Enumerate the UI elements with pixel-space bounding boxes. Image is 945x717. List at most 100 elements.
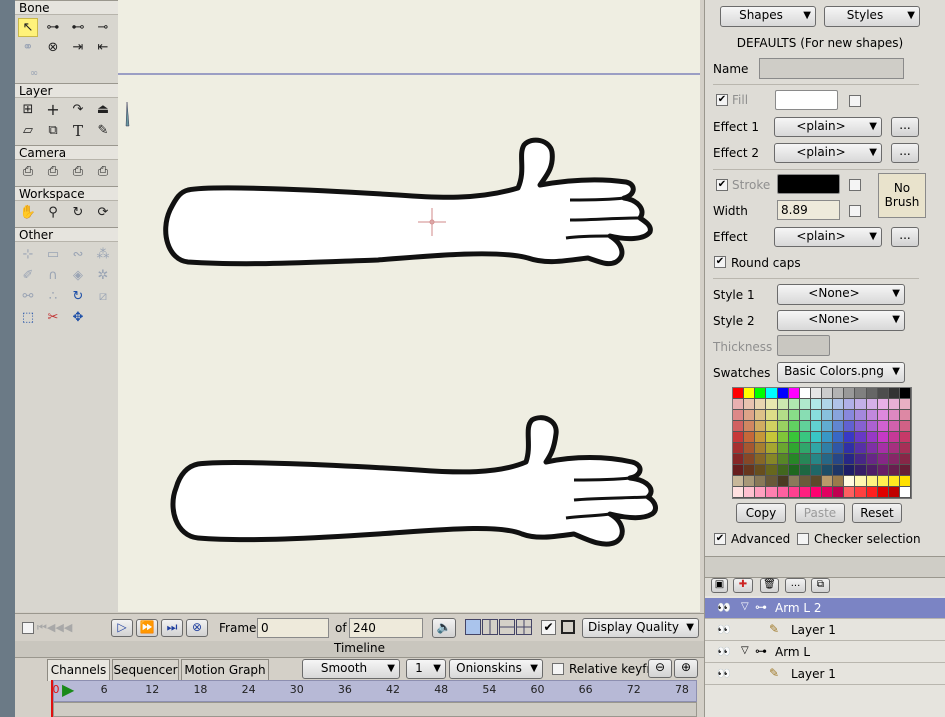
color-swatch[interactable] [833,465,845,476]
color-swatch[interactable] [899,454,911,465]
total-frames-field[interactable]: 240 [349,618,423,638]
link-icon[interactable]: ⚯ [18,287,38,306]
orbit-workspace-icon[interactable]: ⟳ [93,203,113,222]
color-swatch[interactable] [810,421,822,432]
smooth-dropdown[interactable]: Smooth ▼ [302,659,400,679]
style2-dropdown[interactable]: <None> ▼ [777,310,905,331]
color-swatch[interactable] [855,410,867,421]
switch-layer-icon[interactable]: ⧉ [43,121,63,140]
transform-bone-icon[interactable]: ∞ [24,64,44,83]
color-swatch[interactable] [833,399,845,410]
color-swatch[interactable] [788,443,800,454]
color-swatch[interactable] [733,421,745,432]
color-swatch[interactable] [744,399,756,410]
manipulate-bones-icon[interactable]: ⊗ [43,38,63,57]
color-swatch[interactable] [777,388,789,399]
hand-pan-icon[interactable]: ✋ [18,203,38,222]
color-swatch[interactable] [822,454,834,465]
fill-checkbox[interactable]: ✔ [716,94,728,106]
color-swatch[interactable] [766,487,778,498]
delete-edge-icon[interactable]: ✂ [43,308,63,327]
color-swatch[interactable] [877,399,889,410]
layer-row-layer-1[interactable]: 👀 ✎ Layer 1 [705,620,945,641]
color-swatch[interactable] [822,476,834,487]
collapse-triangle-icon[interactable]: ▽ [741,645,749,656]
color-swatch[interactable] [855,487,867,498]
color-swatch[interactable] [833,421,845,432]
zoom-camera-icon[interactable]: ⎙ [43,162,63,181]
select-bone-icon[interactable]: ↖ [18,18,38,37]
color-swatch[interactable] [810,465,822,476]
shapes-dropdown[interactable]: Shapes ▼ [720,6,816,27]
color-swatch[interactable] [733,410,745,421]
visibility-eye-icon[interactable]: 👀 [717,645,735,659]
bone-strength-icon[interactable]: ⊸ [93,18,113,37]
color-swatch[interactable] [888,487,900,498]
color-swatch[interactable] [766,432,778,443]
color-swatch[interactable] [755,388,767,399]
color-swatch[interactable] [866,421,878,432]
color-swatch[interactable] [877,465,889,476]
bind-points-icon[interactable]: ⇤ [93,38,113,57]
color-swatch[interactable] [844,388,856,399]
color-swatch[interactable] [866,410,878,421]
magnet-icon[interactable]: ∩ [43,266,63,285]
reset-button[interactable]: Reset [852,503,902,523]
color-swatch[interactable] [833,443,845,454]
color-swatch[interactable] [877,410,889,421]
effect2-more-button[interactable]: ... [891,143,919,163]
pen-icon[interactable]: ✐ [18,266,38,285]
color-swatch[interactable] [844,421,856,432]
color-swatch[interactable] [866,476,878,487]
color-swatch[interactable] [855,476,867,487]
freehand-icon[interactable]: ∾ [68,245,88,264]
color-swatch[interactable] [788,432,800,443]
effect-more-button[interactable]: ... [891,227,919,247]
color-swatch[interactable] [888,443,900,454]
color-swatch[interactable] [733,465,745,476]
roll-camera-icon[interactable]: ⎙ [68,162,88,181]
color-swatch[interactable] [899,421,911,432]
transport-checkbox[interactable] [22,622,34,634]
color-swatch[interactable] [877,487,889,498]
noise-icon[interactable]: ✲ [93,266,113,285]
stroke-none-checkbox[interactable] [849,179,861,191]
width-field[interactable]: 8.89 [777,200,840,220]
layer-row-arm-l[interactable]: 👀 ▽ ⊶ Arm L [705,642,945,663]
color-swatch[interactable] [788,399,800,410]
color-swatch[interactable] [733,454,745,465]
color-swatch[interactable] [822,410,834,421]
color-swatch[interactable] [877,454,889,465]
pan-tilt-camera-icon[interactable]: ⎙ [93,162,113,181]
color-swatch[interactable] [833,410,845,421]
color-swatch[interactable] [810,443,822,454]
stroke-checkbox[interactable]: ✔ [716,179,728,191]
zoom-out-icon[interactable]: ⊖ [648,659,672,678]
color-swatch[interactable] [755,421,767,432]
color-swatch[interactable] [766,443,778,454]
color-swatch[interactable] [733,399,745,410]
color-swatch[interactable] [766,476,778,487]
color-swatch[interactable] [799,454,811,465]
color-swatch[interactable] [833,487,845,498]
color-swatch[interactable] [810,432,822,443]
color-swatch[interactable] [822,465,834,476]
name-field[interactable] [759,58,904,79]
visibility-eye-icon[interactable]: 👀 [717,667,735,681]
color-swatch[interactable] [822,443,834,454]
fill-none-checkbox[interactable] [849,95,861,107]
select-points-icon[interactable]: ⬚ [18,308,38,327]
color-swatch[interactable] [810,454,822,465]
color-swatch[interactable] [822,421,834,432]
step-dropdown[interactable]: 1 ▼ [406,659,446,679]
playhead[interactable] [51,680,53,717]
color-swatch[interactable] [799,399,811,410]
color-swatch[interactable] [777,487,789,498]
color-swatch[interactable] [877,421,889,432]
color-swatch[interactable] [766,465,778,476]
effect1-dropdown[interactable]: <plain> ▼ [774,117,882,137]
color-swatch[interactable] [877,388,889,399]
color-swatch[interactable] [810,388,822,399]
color-swatch[interactable] [888,410,900,421]
color-swatch[interactable] [744,487,756,498]
